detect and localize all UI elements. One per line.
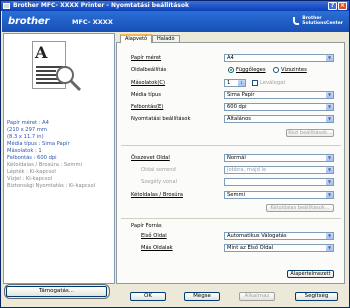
close-icon[interactable]: × — [338, 2, 347, 10]
preview-letter: A — [35, 43, 48, 62]
other-pages-dropdown[interactable]: Mint az Első Oldal ▼ — [224, 244, 334, 252]
multiple-page-label: Összevet Oldal — [131, 155, 170, 161]
copies-stepper[interactable]: 1 ⇕ — [224, 79, 246, 87]
paper-size-dropdown[interactable]: A4 ▼ — [224, 54, 334, 62]
separator — [121, 145, 341, 146]
border-line-dropdown[interactable]: ▼ — [224, 178, 334, 186]
resolution-label: Felbontás(E) — [131, 104, 164, 110]
chevron-down-icon: ▼ — [326, 192, 333, 198]
portrait-radio[interactable] — [228, 67, 234, 73]
other-pages-label: Más Oldalak — [141, 245, 173, 251]
border-line-label: Szegély vonal — [141, 179, 178, 185]
title-bar[interactable]: Brother MFC- XXXX Printer - Nyomtatási b… — [1, 1, 349, 11]
solutions-center-icon[interactable] — [293, 17, 299, 25]
page-order-label: Oldal sorrend — [141, 167, 176, 173]
collate-label: Leválogat — [260, 80, 286, 86]
solutions-center-link[interactable]: Brother SolutionsCenter — [302, 16, 343, 26]
chevron-down-icon: ▼ — [326, 179, 333, 185]
apply-button[interactable]: Alkalmaz — [239, 292, 275, 301]
first-page-dropdown[interactable]: Automatikus Válogatás ▼ — [224, 232, 334, 240]
preview-pane: A Papír méret : A4 (210 x 297 mm (8.3 x … — [3, 33, 115, 284]
page-order-dropdown[interactable]: Jobbra, majd le ▼ — [224, 166, 334, 174]
first-page-label: Első Oldal — [141, 233, 167, 239]
duplex-settings-button[interactable]: Kétoldalas beállítások... — [266, 204, 334, 212]
multiple-page-dropdown[interactable]: Normál ▼ — [224, 154, 334, 162]
print-settings-dropdown[interactable]: Általános ▼ — [224, 115, 334, 123]
brother-logo: brother — [8, 16, 50, 27]
chevron-down-icon: ▼ — [326, 167, 333, 173]
model-name: MFC- XXXX — [72, 18, 113, 26]
chevron-down-icon: ▼ — [326, 55, 333, 61]
duplex-dropdown[interactable]: Semmi ▼ — [224, 191, 334, 199]
ok-button[interactable]: OK — [130, 292, 166, 301]
help-icon[interactable]: ? — [328, 2, 337, 10]
chevron-down-icon: ▼ — [326, 245, 333, 251]
landscape-radio[interactable] — [273, 67, 279, 73]
landscape-label[interactable]: Vízszintes — [281, 67, 307, 73]
print-settings-label: Nyomtatási beállítások — [131, 116, 191, 122]
brand-header: brother MFC- XXXX Brother SolutionsCente… — [2, 11, 349, 32]
magnifier-icon[interactable] — [54, 64, 82, 92]
collate-checkbox[interactable] — [252, 80, 258, 86]
copies-label: Másolatok(C) — [131, 80, 166, 86]
stepper-icon[interactable]: ⇕ — [238, 80, 245, 86]
media-type-label: Média típus — [131, 92, 161, 98]
cancel-button[interactable]: Mégse — [184, 292, 220, 301]
chevron-down-icon: ▼ — [326, 92, 333, 98]
separator — [121, 218, 341, 219]
paper-size-label: Papír méret — [131, 55, 162, 61]
tab-basic[interactable]: Alapvető — [120, 34, 153, 43]
settings-summary: Papír méret : A4 (210 x 297 mm (8.3 x 11… — [7, 120, 96, 189]
support-button[interactable]: Támogatás... — [6, 286, 107, 297]
chevron-down-icon: ▼ — [326, 155, 333, 161]
media-type-dropdown[interactable]: Sima Papír ▼ — [224, 91, 334, 99]
orientation-label: Oldalbeállítás — [131, 67, 167, 73]
duplex-label: Kétoldalas / Brosúra — [131, 192, 183, 198]
manual-settings-button[interactable]: Kézi beállítások... — [286, 129, 334, 137]
default-button[interactable]: Alapértelmezett — [287, 270, 334, 278]
chevron-down-icon: ▼ — [326, 116, 333, 122]
chevron-down-icon: ▼ — [326, 104, 333, 110]
chevron-down-icon: ▼ — [326, 233, 333, 239]
window-title: Brother MFC- XXXX Printer - Nyomtatási b… — [13, 2, 189, 9]
help-button[interactable]: Segítség — [295, 292, 338, 301]
portrait-label[interactable]: Függőleges — [236, 67, 266, 73]
paper-source-group-label: Papír Forrás — [131, 223, 162, 229]
resolution-dropdown[interactable]: 600 dpi ▼ — [224, 103, 334, 111]
printer-icon — [3, 3, 10, 9]
